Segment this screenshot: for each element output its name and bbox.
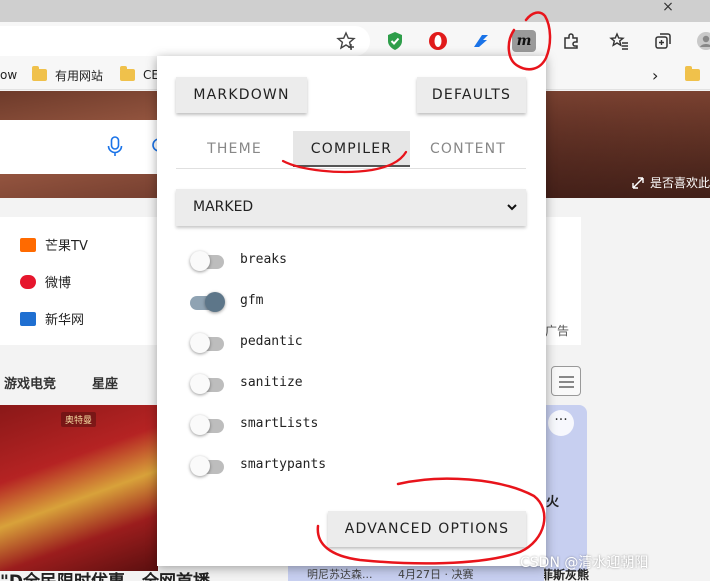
- defaults-button[interactable]: DEFAULTS: [417, 77, 526, 113]
- toggle-knob[interactable]: [190, 251, 210, 271]
- option-label: pedantic: [240, 334, 303, 349]
- nav-link[interactable]: 游戏电竞: [4, 373, 56, 392]
- site-link[interactable]: 微博: [20, 272, 71, 291]
- sports-strip: 明尼苏达森... 4月27日 · 决赛: [288, 566, 544, 581]
- address-bar[interactable]: [0, 26, 370, 56]
- markdown-extension-popup: MARKDOWN DEFAULTS THEME COMPILER CONTENT…: [157, 56, 546, 566]
- opera-extension-icon[interactable]: [426, 30, 450, 52]
- site-link-label: 新华网: [45, 313, 85, 328]
- browser-toolbar: m: [0, 22, 710, 60]
- option-label: gfm: [240, 293, 264, 308]
- site-link[interactable]: 新华网: [20, 309, 84, 328]
- tab-strip: ×: [0, 0, 710, 22]
- nav-link[interactable]: 星座: [92, 373, 118, 392]
- bookmarks-overflow-icon[interactable]: ›: [652, 66, 658, 85]
- menu-line: [559, 381, 574, 383]
- tab-theme[interactable]: THEME: [176, 131, 293, 167]
- folder-icon: [120, 66, 135, 81]
- profile-avatar-icon[interactable]: [694, 30, 710, 52]
- tab-compiler[interactable]: COMPILER: [293, 131, 410, 167]
- photo-tag: 奥特曼: [61, 412, 97, 427]
- option-label: smartLists: [240, 416, 319, 431]
- option-smartypants[interactable]: smartypants: [190, 455, 490, 479]
- add-favorite-icon[interactable]: [334, 30, 358, 52]
- toggle-knob[interactable]: [190, 333, 210, 353]
- option-label: breaks: [240, 252, 287, 267]
- folder-icon: [685, 66, 700, 81]
- bookmark-folder[interactable]: CE: [120, 66, 159, 84]
- layout-menu-button[interactable]: [551, 366, 581, 396]
- news-photo[interactable]: [0, 405, 158, 571]
- menu-line: [559, 376, 574, 378]
- ad-label: 广告: [545, 324, 570, 338]
- toggle-knob[interactable]: [190, 415, 210, 435]
- option-smartlists[interactable]: smartLists: [190, 414, 490, 438]
- strip-left-text: 明尼苏达森...: [307, 568, 373, 581]
- site-link[interactable]: 芒果TV: [20, 235, 88, 254]
- mango-tv-logo-icon: [20, 237, 36, 252]
- bird-extension-icon[interactable]: [469, 30, 493, 52]
- compiler-select[interactable]: MARKED: [176, 189, 526, 226]
- toggle-knob[interactable]: [190, 374, 210, 394]
- bookmark-item[interactable]: ow: [0, 66, 17, 84]
- option-label: smartypants: [240, 457, 327, 472]
- toggle-knob[interactable]: [205, 292, 225, 312]
- option-breaks[interactable]: breaks: [190, 250, 490, 274]
- sports-card-text: 火: [546, 495, 560, 510]
- tab-content[interactable]: CONTENT: [410, 131, 526, 167]
- bookmark-folder[interactable]: 有用网站: [32, 66, 103, 84]
- quick-links-card: 芒果TV 微博 新华网: [0, 217, 160, 345]
- toggle-knob[interactable]: [190, 456, 210, 476]
- more-options-icon[interactable]: ···: [548, 410, 574, 436]
- hero-caption-text: 是否喜欢此: [650, 176, 710, 190]
- option-pedantic[interactable]: pedantic: [190, 332, 490, 356]
- compiler-select-value: MARKED: [193, 199, 254, 215]
- strip-right-text: 4月27日 · 决赛: [398, 568, 474, 581]
- collections-icon[interactable]: [651, 30, 675, 52]
- folder-icon: [32, 66, 47, 81]
- option-gfm[interactable]: gfm: [190, 291, 490, 315]
- news-headline[interactable]: "D全民限时优惠，全网首播: [0, 571, 280, 581]
- menu-line: [559, 386, 574, 388]
- bookmark-folder[interactable]: [685, 66, 708, 84]
- site-link-label: 微博: [45, 276, 72, 291]
- option-sanitize[interactable]: sanitize: [190, 373, 490, 397]
- shield-extension-icon[interactable]: [383, 30, 407, 52]
- microphone-icon[interactable]: [107, 136, 123, 162]
- settings-tabs: THEME COMPILER CONTENT: [176, 131, 526, 169]
- hero-caption[interactable]: 是否喜欢此: [632, 174, 710, 191]
- expand-icon: [632, 176, 644, 189]
- close-icon[interactable]: ×: [658, 0, 678, 16]
- weibo-logo-icon: [20, 274, 36, 289]
- option-label: sanitize: [240, 375, 303, 390]
- watermark: CSDN @清水迎朝阳: [520, 555, 649, 571]
- xinhua-logo-icon: [20, 311, 36, 326]
- advanced-options-button[interactable]: ADVANCED OPTIONS: [328, 511, 526, 547]
- favorites-icon[interactable]: [607, 30, 631, 52]
- markdown-extension-icon[interactable]: m: [512, 30, 536, 52]
- chevron-down-icon: [506, 189, 518, 241]
- search-box[interactable]: [0, 120, 168, 174]
- extensions-puzzle-icon[interactable]: [559, 30, 583, 52]
- bookmark-label: ow: [0, 68, 18, 82]
- markdown-button[interactable]: MARKDOWN: [176, 77, 307, 113]
- bookmark-folder-label: 有用网站: [55, 68, 104, 83]
- site-link-label: 芒果TV: [45, 239, 88, 254]
